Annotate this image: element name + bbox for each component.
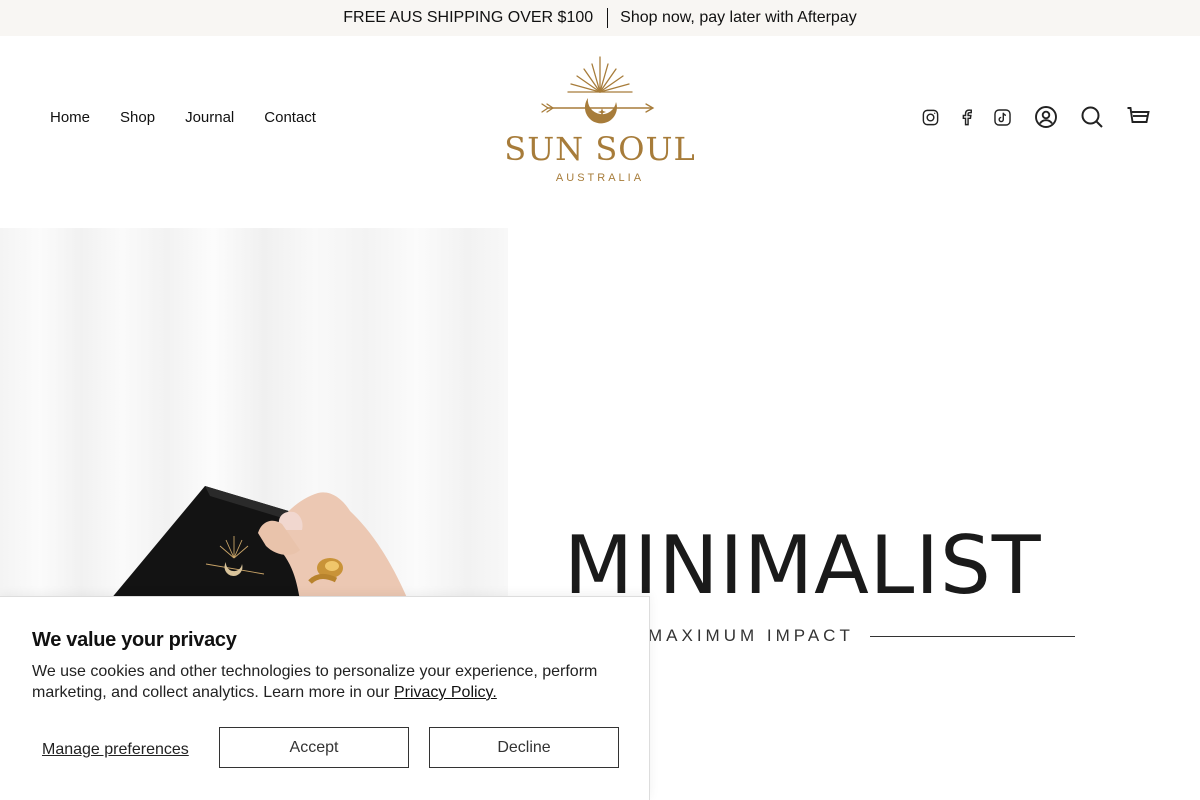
shipping-message: FREE AUS SHIPPING OVER $100: [343, 9, 594, 26]
cookie-title: We value your privacy: [32, 629, 237, 651]
instagram-icon[interactable]: [921, 108, 940, 127]
cookie-banner: We value your privacy We use cookies and…: [0, 596, 650, 800]
site-header: Home Shop Journal Contact SUN SOUL AUSTR…: [0, 36, 1200, 228]
hero-line-right: [870, 636, 1075, 637]
nav-item-contact[interactable]: Contact: [264, 109, 316, 126]
nav-item-journal[interactable]: Journal: [185, 109, 234, 126]
nav-item-home[interactable]: Home: [50, 109, 90, 126]
cart-icon[interactable]: [1126, 106, 1150, 128]
hero-title: MINIMALIST: [564, 519, 1042, 612]
facebook-icon[interactable]: [957, 108, 976, 127]
sun-soul-logo[interactable]: SUN SOUL AUSTRALIA: [500, 54, 700, 189]
announcement-bar: FREE AUS SHIPPING OVER $100 Shop now, pa…: [0, 0, 1200, 36]
logo-tagline: AUSTRALIA: [556, 172, 644, 184]
manage-preferences-button[interactable]: Manage preferences: [42, 741, 189, 759]
accept-button[interactable]: Accept: [219, 727, 409, 768]
sun-logo-mark: SUN SOUL AUSTRALIA: [504, 56, 695, 184]
hero-subtitle: MAXIMUM IMPACT: [648, 626, 854, 645]
afterpay-message[interactable]: Shop now, pay later with Afterpay: [620, 9, 857, 27]
search-icon[interactable]: [1080, 105, 1104, 129]
cookie-body: We use cookies and other technologies to…: [32, 661, 622, 703]
decline-button[interactable]: Decline: [429, 727, 619, 768]
announcement-divider: [607, 8, 609, 28]
main-nav: Home Shop Journal Contact: [50, 109, 316, 126]
logo-name: SUN SOUL: [504, 130, 695, 168]
tiktok-icon[interactable]: [993, 108, 1012, 127]
header-icons: [921, 105, 1150, 129]
privacy-policy-link[interactable]: Privacy Policy.: [394, 684, 497, 701]
cookie-body-text: We use cookies and other technologies to…: [32, 663, 598, 701]
account-icon[interactable]: [1034, 105, 1058, 129]
nav-item-shop[interactable]: Shop: [120, 109, 155, 126]
